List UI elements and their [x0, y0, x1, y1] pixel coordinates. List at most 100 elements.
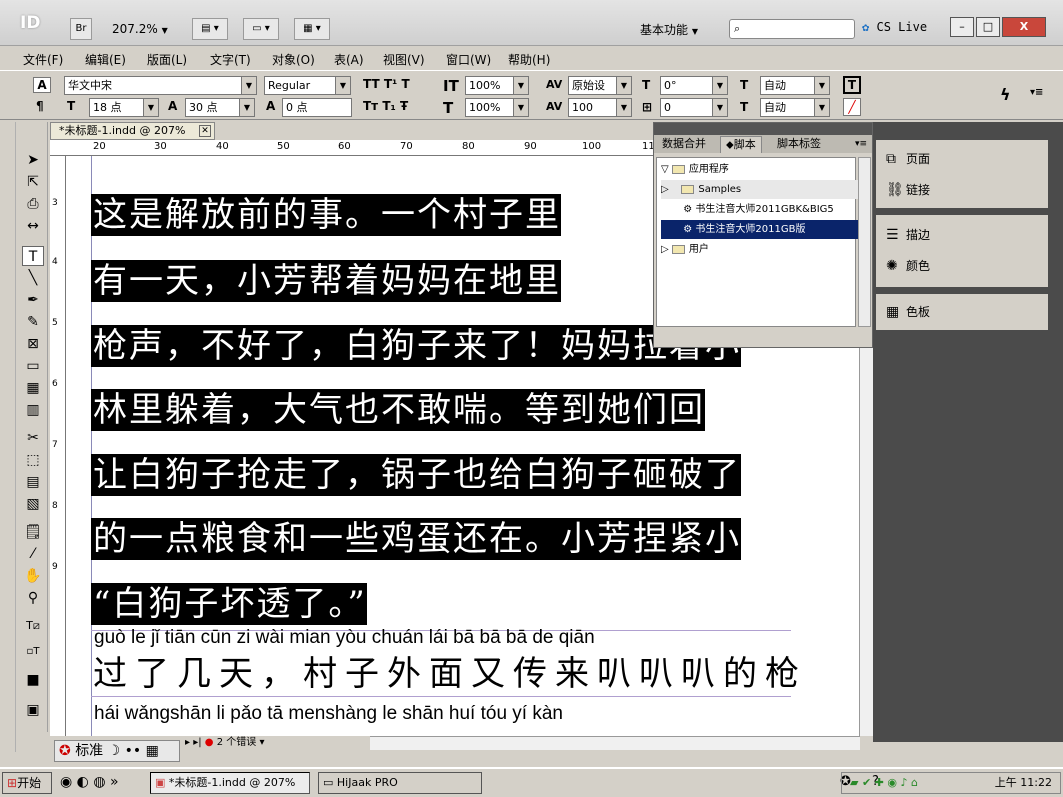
chevron-down-icon[interactable]: ▾: [259, 737, 264, 748]
menu-type[interactable]: 文字(T): [210, 51, 251, 68]
menu-table[interactable]: 表(A): [334, 51, 364, 68]
panel-scrollbar[interactable]: [858, 157, 871, 327]
tab-script-label[interactable]: 脚本标签: [772, 136, 826, 153]
skew-field[interactable]: 0° ▼: [660, 76, 728, 95]
tracking-field[interactable]: 100 ▼: [568, 98, 632, 117]
pinyin-line[interactable]: hái wǎngshān li pǎo tā menshàng le shān …: [94, 703, 563, 725]
cs-live-button[interactable]: ✿ CS Live: [862, 20, 927, 34]
zoom-tool-icon[interactable]: ⚲: [22, 588, 44, 608]
gap-tool-icon[interactable]: ↔: [22, 216, 44, 236]
preflight-status[interactable]: ▸ ▸| ● 2 个错误 ▾: [185, 736, 370, 750]
panel-color[interactable]: ✺ 颜色: [886, 256, 930, 276]
formatting-container-icon[interactable]: ▫T: [22, 642, 44, 662]
rectangle-frame-tool-icon[interactable]: ⊠: [22, 334, 44, 354]
stroke-none-icon[interactable]: ╱: [843, 98, 861, 116]
aki-right-field[interactable]: 自动 ▼: [760, 98, 830, 117]
ime-toolbar[interactable]: ✪ 标准 ☽ •• ▦: [54, 740, 180, 762]
text-line[interactable]: 有一天，小芳帮着妈妈在地里: [91, 260, 561, 302]
all-caps-icon[interactable]: TT T¹ T: [363, 77, 410, 91]
eyedropper-tool-icon[interactable]: ⁄: [22, 544, 44, 564]
rectangle-tool-icon[interactable]: ▭: [22, 356, 44, 376]
panel-stroke[interactable]: ☰ 描边: [886, 225, 930, 245]
taskbar-item-hijaak[interactable]: ▭ HiJaak PRO: [318, 772, 482, 794]
zoom-level[interactable]: 207.2% ▼: [112, 22, 168, 36]
fill-stroke-icon[interactable]: T⧄: [22, 616, 44, 636]
expanded-arrow-icon[interactable]: ▽: [661, 164, 669, 175]
scissors-tool-icon[interactable]: ✂: [22, 428, 44, 448]
screen-mode-icon[interactable]: ▣: [22, 700, 44, 720]
tab-scripts[interactable]: ⬥脚本: [720, 136, 762, 153]
panel-menu-icon[interactable]: ▾≡: [1030, 87, 1043, 98]
menu-view[interactable]: 视图(V): [383, 51, 425, 68]
minimize-button[interactable]: –: [950, 17, 974, 37]
character-mode-icon[interactable]: A: [33, 77, 51, 93]
document-tab[interactable]: *未标题-1.indd @ 207% ✕: [50, 122, 215, 140]
horizontal-scale-field[interactable]: 100% ▼: [465, 98, 529, 117]
screen-mode-button[interactable]: ▭ ▾: [243, 18, 279, 40]
note-tool-icon[interactable]: 🗒: [22, 522, 44, 542]
baseline-shift-field[interactable]: 0 点: [282, 98, 352, 117]
horizontal-scrollbar[interactable]: [370, 736, 860, 750]
text-line[interactable]: 林里躲着，大气也不敢喘。等到她们回: [91, 389, 705, 431]
quick-launch-icons[interactable]: ◉ ◐ ◍ »: [60, 774, 119, 790]
menu-edit[interactable]: 编辑(E): [85, 51, 126, 68]
tree-row-user[interactable]: ▷ 用户: [661, 240, 859, 259]
tray-icons[interactable]: ▰ ✔ ✚ ◉ ♪ ⌂: [850, 773, 918, 793]
menu-window[interactable]: 窗口(W): [446, 51, 491, 68]
menu-layout[interactable]: 版面(L): [147, 51, 187, 68]
page-nav-icon[interactable]: ▸ ▸|: [185, 737, 202, 748]
menu-object[interactable]: 对象(O): [272, 51, 315, 68]
aki-left-field[interactable]: 自动 ▼: [760, 76, 830, 95]
kerning-field[interactable]: 原始设 ▼: [568, 76, 632, 95]
hanzi-line[interactable]: 过了几天，村子外面又传来叭叭叭的枪: [93, 646, 807, 695]
horizontal-grid-tool-icon[interactable]: ▦: [22, 378, 44, 398]
workspace-switcher[interactable]: 基本功能 ▼: [640, 21, 698, 38]
bridge-button[interactable]: Br: [70, 18, 92, 40]
tree-row-application[interactable]: ▽ 应用程序: [661, 160, 859, 179]
vertical-ruler[interactable]: 3 4 5 6 7 8 9: [50, 156, 66, 736]
collapsed-arrow-icon[interactable]: ▷: [661, 244, 669, 255]
maximize-button[interactable]: □: [976, 17, 1000, 37]
gradient-swatch-tool-icon[interactable]: ▤: [22, 472, 44, 492]
text-line[interactable]: 枪声，不好了，白狗子来了！妈妈拉着小: [91, 325, 741, 367]
char-rotation-field[interactable]: 0 ▼: [660, 98, 728, 117]
panel-pages[interactable]: ⧉ 页面: [886, 149, 930, 169]
pen-tool-icon[interactable]: ✒: [22, 290, 44, 310]
clock[interactable]: 上午 11:22: [995, 773, 1052, 793]
panel-menu-icon[interactable]: ▾≡: [850, 136, 872, 153]
menu-file[interactable]: 文件(F): [23, 51, 63, 68]
close-button[interactable]: X: [1002, 17, 1046, 37]
leading-field[interactable]: 30 点 ▼: [185, 98, 255, 117]
view-options-button[interactable]: ▤ ▾: [192, 18, 228, 40]
lightning-icon[interactable]: ϟ: [1000, 85, 1011, 104]
font-size-field[interactable]: 18 点 ▼: [89, 98, 159, 117]
tree-row-script-selected[interactable]: ⚙ 书生注音大师2011GB版: [661, 220, 859, 239]
gradient-feather-tool-icon[interactable]: ▧: [22, 494, 44, 514]
start-button[interactable]: ⊞开始: [2, 772, 52, 794]
page-tool-icon[interactable]: ⎙: [22, 194, 44, 214]
panel-swatches[interactable]: ▦ 色板: [886, 302, 930, 322]
font-style-select[interactable]: Regular ▼: [264, 76, 351, 95]
paragraph-mode-icon[interactable]: ¶: [36, 99, 44, 113]
line-tool-icon[interactable]: ╲: [22, 268, 44, 288]
direct-selection-tool-icon[interactable]: ⇱: [22, 172, 44, 192]
small-caps-icon[interactable]: Tт T₁ Ŧ: [363, 99, 408, 113]
tree-row-script[interactable]: ⚙ 书生注音大师2011GBK&BIG5: [661, 200, 859, 219]
apply-color-icon[interactable]: ■: [22, 670, 44, 690]
collapsed-arrow-icon[interactable]: ▷: [661, 184, 669, 195]
taskbar-item-indesign[interactable]: ▣ *未标题-1.indd @ 207%: [150, 772, 310, 794]
close-icon[interactable]: ✕: [199, 125, 211, 137]
hand-tool-icon[interactable]: ✋: [22, 566, 44, 586]
text-line[interactable]: 这是解放前的事。一个村子里: [91, 194, 561, 236]
selection-tool-icon[interactable]: ➤: [22, 150, 44, 170]
menu-help[interactable]: 帮助(H): [508, 51, 550, 68]
tab-data-merge[interactable]: 数据合并: [657, 136, 711, 153]
vertical-grid-tool-icon[interactable]: ▥: [22, 400, 44, 420]
vertical-scale-field[interactable]: 100% ▼: [465, 76, 529, 95]
type-tool-icon[interactable]: T: [22, 246, 44, 266]
fill-text-icon[interactable]: T: [843, 76, 861, 94]
free-transform-tool-icon[interactable]: ⬚: [22, 450, 44, 470]
pencil-tool-icon[interactable]: ✎: [22, 312, 44, 332]
text-line[interactable]: 的一点粮食和一些鸡蛋还在。小芳捏紧小: [91, 518, 741, 560]
arrange-documents-button[interactable]: ▦ ▾: [294, 18, 330, 40]
